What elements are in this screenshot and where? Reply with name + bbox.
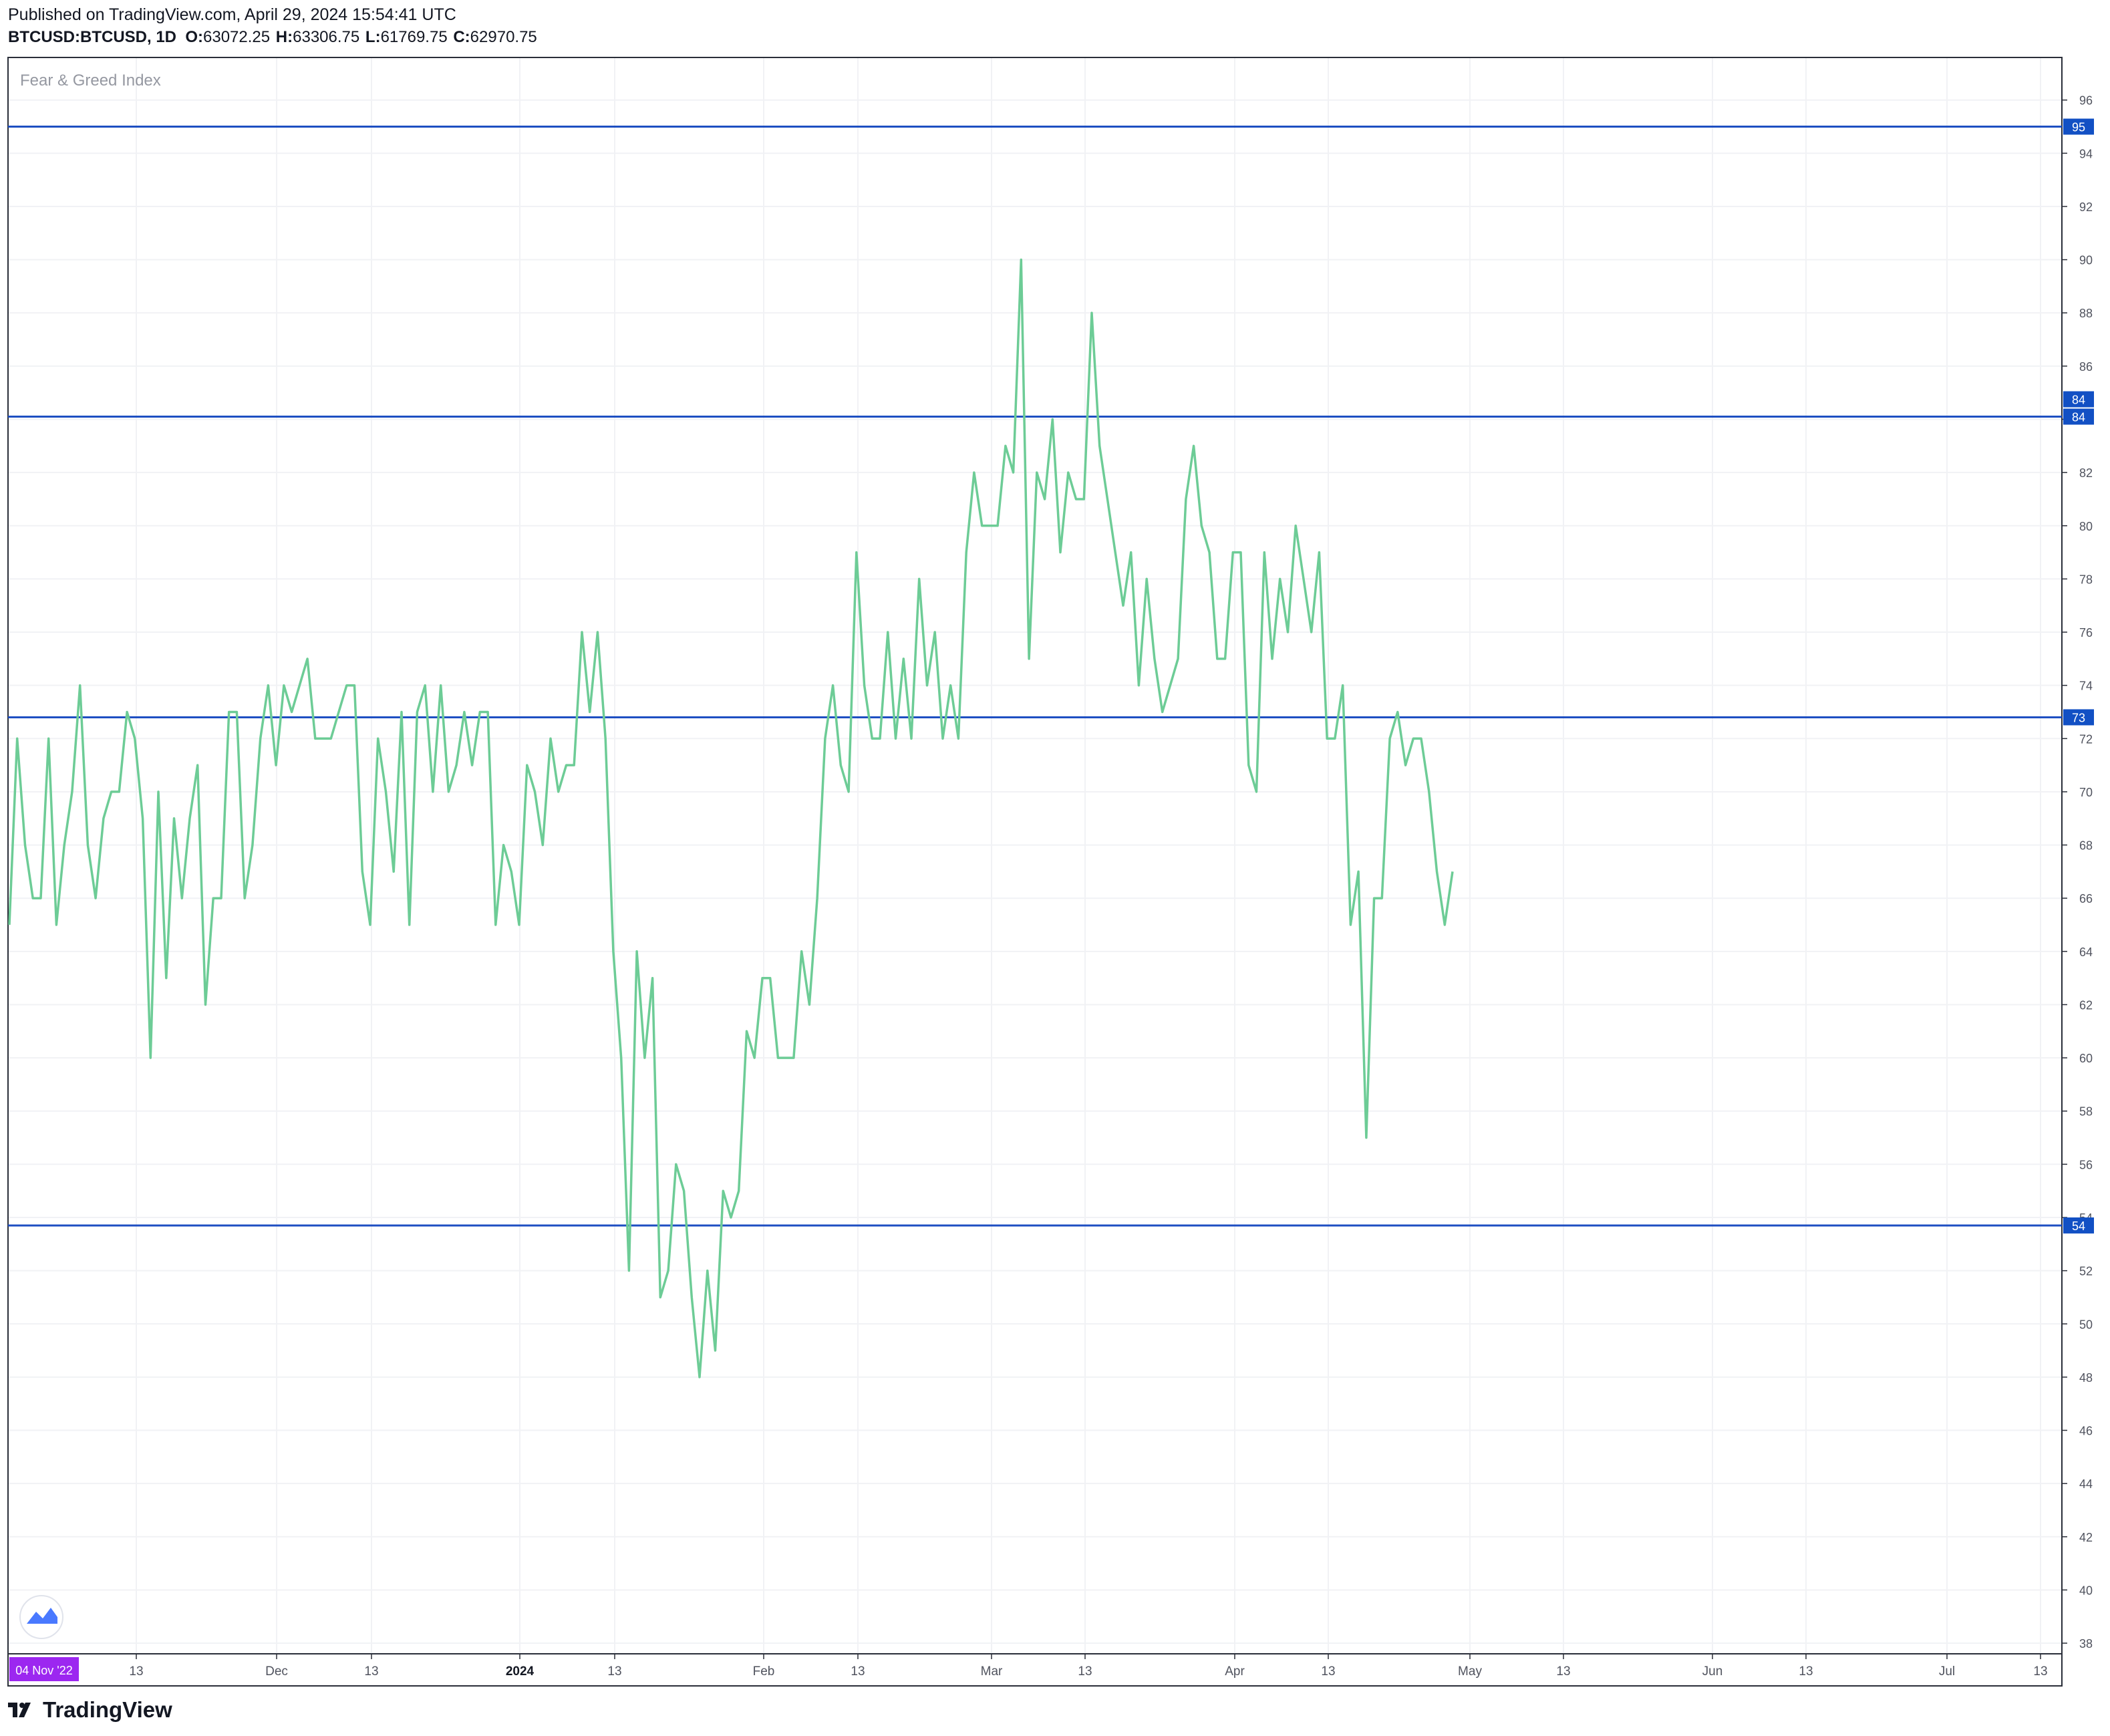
x-tick-label: May [1458,1665,1482,1679]
y-tick-label: 50 [2079,1318,2093,1331]
tradingview-logo-icon [8,1703,31,1717]
x-tick-label: 13 [1321,1665,1335,1679]
y-tick-label: 56 [2079,1158,2093,1171]
axis-level-labels: 95 84 73 54 84 [2063,118,2094,1234]
indicator-title: Fear & Greed Index [20,71,161,90]
level-label: 84 [2072,411,2085,424]
y-tick-label: 48 [2079,1371,2093,1385]
y-tick-label: 66 [2079,892,2093,905]
x-tick-label: 13 [1078,1665,1092,1679]
y-tick-label: 64 [2079,946,2093,959]
tradingview-brand: TradingView [43,1697,172,1722]
y-tick-label: 40 [2079,1584,2093,1597]
y-tick-label: 86 [2079,360,2093,374]
y-tick-label: 78 [2079,573,2093,586]
horizontal-levels[interactable] [8,126,2062,1227]
x-tick-label: 2024 [506,1665,535,1679]
level-label: 84 [2072,394,2085,407]
y-tick-label: 52 [2079,1265,2093,1278]
y-axis-ticks: 38 40 42 44 46 48 50 52 54 56 58 60 62 64 66 68 70 72 74 76… [2062,94,2093,1650]
y-tick-label: 68 [2079,839,2093,853]
y-tick-label: 38 [2079,1637,2093,1650]
y-tick-label: 96 [2079,94,2093,108]
x-axis-ticks: 13 Dec 13 2024 13 Feb 13 Mar 13 Apr 13 May 13 Jun 13 Ju… [129,1654,2048,1679]
y-tick-label: 70 [2079,786,2093,799]
x-tick-label: 13 [364,1665,378,1679]
x-tick-label: 13 [1799,1665,1813,1679]
y-tick-label: 94 [2079,147,2093,160]
y-tick-label: 58 [2079,1105,2093,1119]
x-tick-label: 13 [1556,1665,1570,1679]
y-tick-label: 72 [2079,732,2093,746]
y-tick-label: 76 [2079,626,2093,639]
x-tick-label: Dec [265,1665,288,1679]
x-tick-label: Jun [1702,1665,1723,1679]
y-tick-label: 46 [2079,1425,2093,1438]
date-badge: 04 Nov '22 [9,1657,79,1681]
x-tick-label: Jul [1939,1665,1955,1679]
level-label: 73 [2072,711,2085,724]
y-tick-label: 82 [2079,466,2093,480]
x-tick-label: 13 [607,1665,621,1679]
y-tick-label: 90 [2079,254,2093,267]
level-label: 95 [2072,121,2085,134]
y-tick-label: 60 [2079,1052,2093,1065]
level-label: 54 [2072,1219,2085,1233]
x-tick-label: Feb [753,1665,775,1679]
y-tick-label: 62 [2079,998,2093,1012]
y-tick-label: 42 [2079,1531,2093,1544]
chart-svg[interactable]: Fear & Greed Index 38 40 42 44 46 48 50 52 54 56 5… [0,0,2110,1736]
x-tick-label: Apr [1225,1665,1245,1679]
y-tick-label: 88 [2079,307,2093,320]
x-tick-label: 13 [129,1665,143,1679]
x-tick-label: 13 [2033,1665,2047,1679]
date-badge-label: 04 Nov '22 [15,1664,73,1677]
y-tick-label: 44 [2079,1477,2093,1491]
x-tick-label: 13 [851,1665,865,1679]
y-tick-label: 92 [2079,200,2093,214]
y-tick-label: 74 [2079,680,2093,693]
grid [8,57,2062,1654]
tv-watermark-icon [19,1595,63,1639]
tradingview-logo: TradingView [8,1697,172,1723]
series-line [8,258,1454,1379]
chart-frame [7,57,2063,1687]
y-tick-label: 80 [2079,520,2093,533]
x-tick-label: Mar [981,1665,1003,1679]
